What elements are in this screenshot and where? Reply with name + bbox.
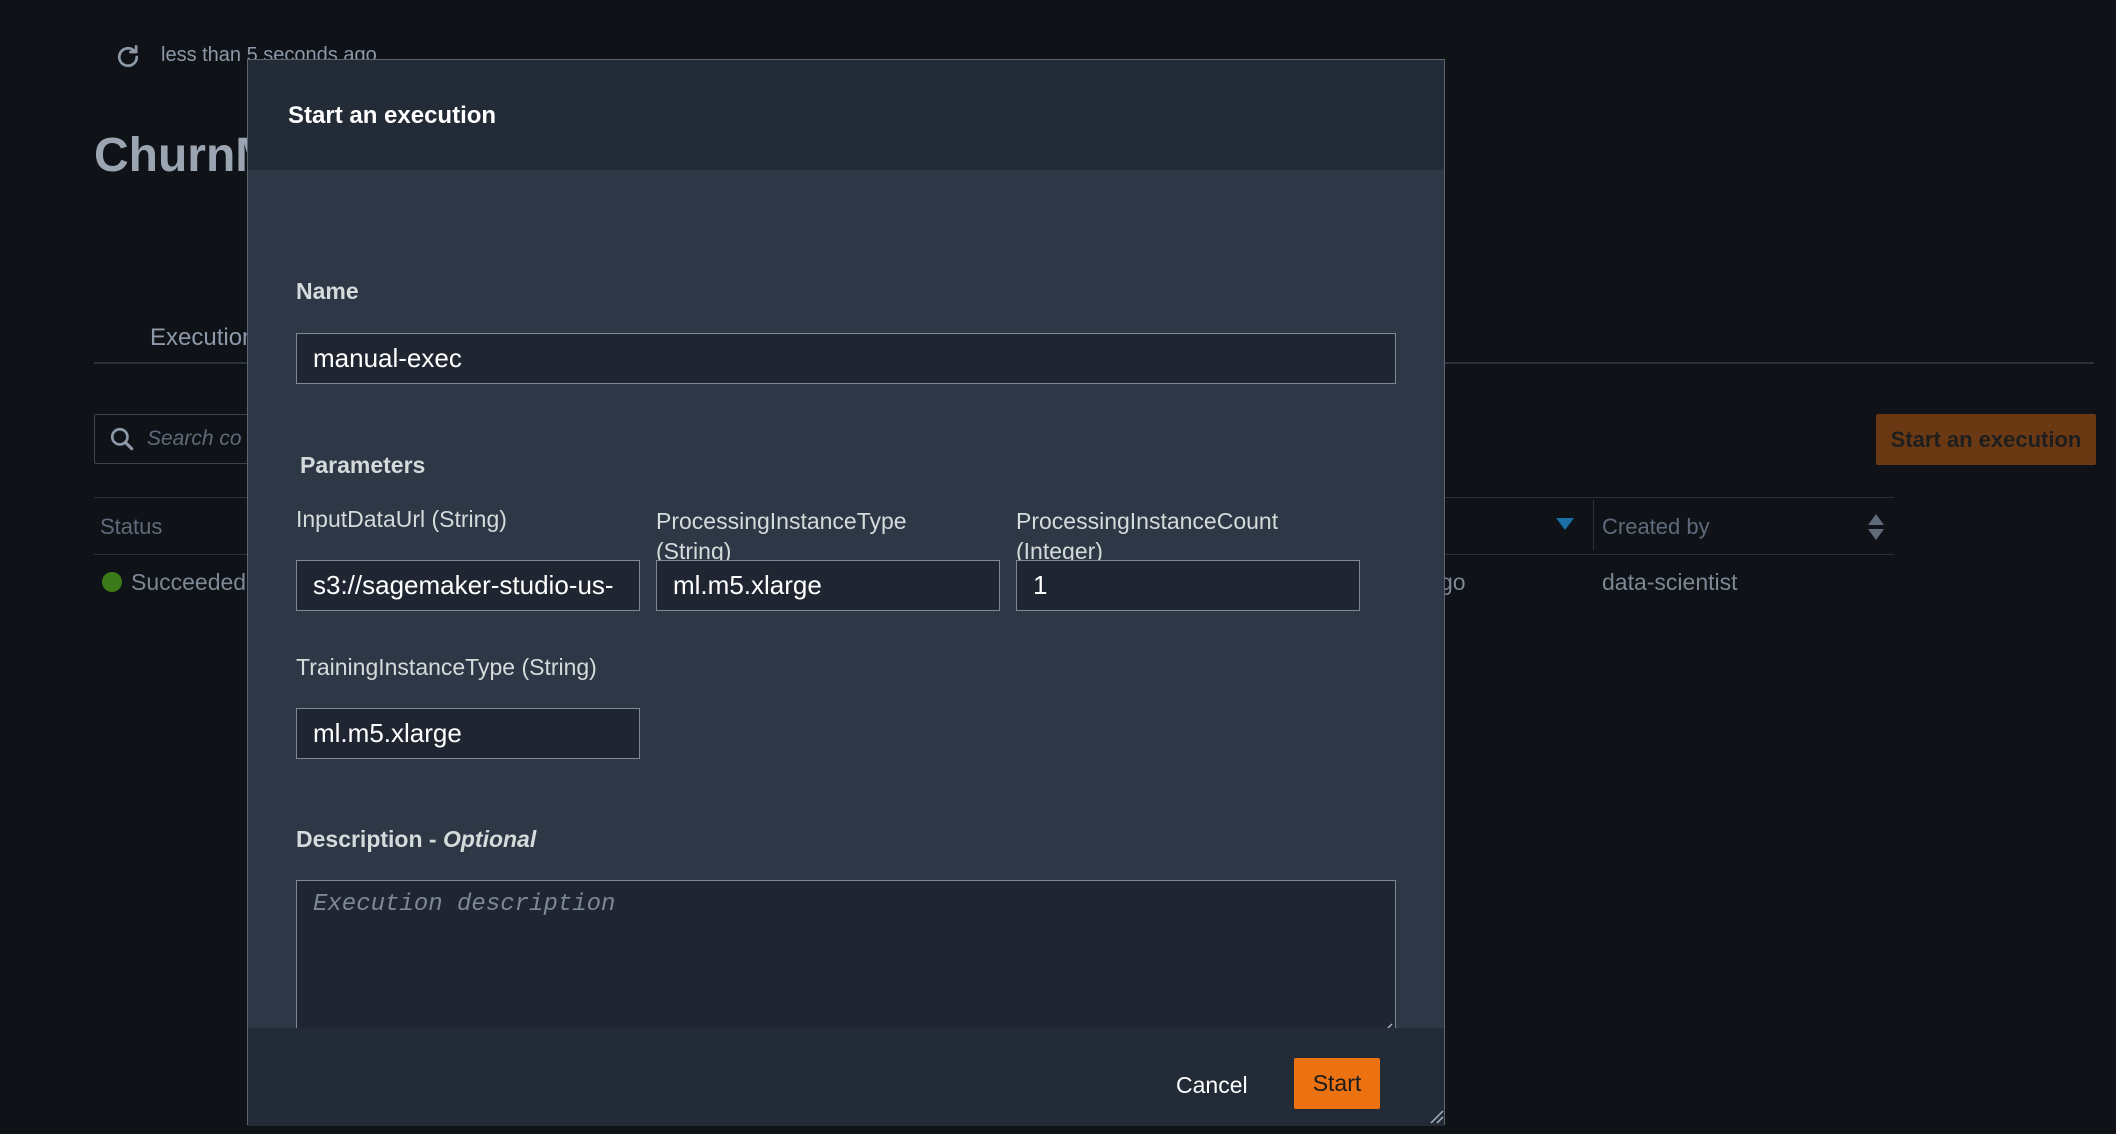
- column-header-status[interactable]: Status: [100, 514, 162, 540]
- column-divider: [1593, 500, 1594, 550]
- refresh-icon[interactable]: [113, 42, 143, 72]
- description-textarea[interactable]: Execution description: [296, 880, 1396, 1039]
- description-placeholder: Execution description: [313, 891, 616, 918]
- cancel-button[interactable]: Cancel: [1176, 1072, 1248, 1099]
- param-label-text: InputDataUrl (String): [296, 506, 507, 532]
- tab-executions[interactable]: Execution: [150, 324, 255, 352]
- param-label-text: ProcessingInstanceCount: [1016, 508, 1279, 534]
- param-processing-instance-count-field[interactable]: 1: [1016, 560, 1360, 611]
- param-input-data-url-label: InputDataUrl (String): [296, 506, 507, 533]
- search-icon: [110, 427, 134, 451]
- name-input[interactable]: manual-exec: [296, 333, 1396, 384]
- optional-tag: Optional: [442, 826, 537, 852]
- description-label: Description - Optional: [296, 826, 536, 853]
- start-button[interactable]: Start: [1294, 1058, 1380, 1109]
- status-success-icon: [102, 572, 122, 592]
- name-label: Name: [296, 278, 359, 304]
- search-input[interactable]: Search co: [94, 414, 266, 464]
- param-training-instance-type-field[interactable]: ml.m5.xlarge: [296, 708, 640, 759]
- param-processing-instance-type-label: ProcessingInstanceType (String): [656, 506, 907, 566]
- param-label-text: ProcessingInstanceType: [656, 508, 907, 534]
- created-by-text: data-scientist: [1602, 569, 1738, 595]
- modal-footer: Cancel Start: [248, 1028, 1444, 1126]
- status-text: Succeeded: [131, 569, 247, 595]
- param-processing-instance-type-field[interactable]: ml.m5.xlarge: [656, 560, 1000, 611]
- sort-descending-icon[interactable]: [1556, 518, 1574, 530]
- sort-icon[interactable]: [1866, 512, 1886, 542]
- param-processing-instance-count-label: ProcessingInstanceCount (Integer): [1016, 506, 1278, 566]
- modal-title: Start an execution: [288, 102, 497, 129]
- search-placeholder: Search co: [147, 427, 242, 450]
- start-execution-modal: Start an execution Name manual-exec Para…: [247, 59, 1445, 1126]
- start-execution-button[interactable]: Start an execution: [1876, 414, 2096, 465]
- description-label-text: Description -: [296, 826, 443, 852]
- param-input-data-url-field[interactable]: s3://sagemaker-studio-us-: [296, 560, 640, 611]
- column-header-created-by[interactable]: Created by: [1602, 514, 1710, 540]
- modal-resize-icon[interactable]: [1428, 1108, 1444, 1124]
- parameters-heading: Parameters: [300, 452, 426, 478]
- modal-body: Name manual-exec Parameters InputDataUrl…: [248, 170, 1444, 1039]
- modal-header: Start an execution: [248, 60, 1444, 170]
- param-training-instance-type-label: TrainingInstanceType (String): [296, 654, 597, 680]
